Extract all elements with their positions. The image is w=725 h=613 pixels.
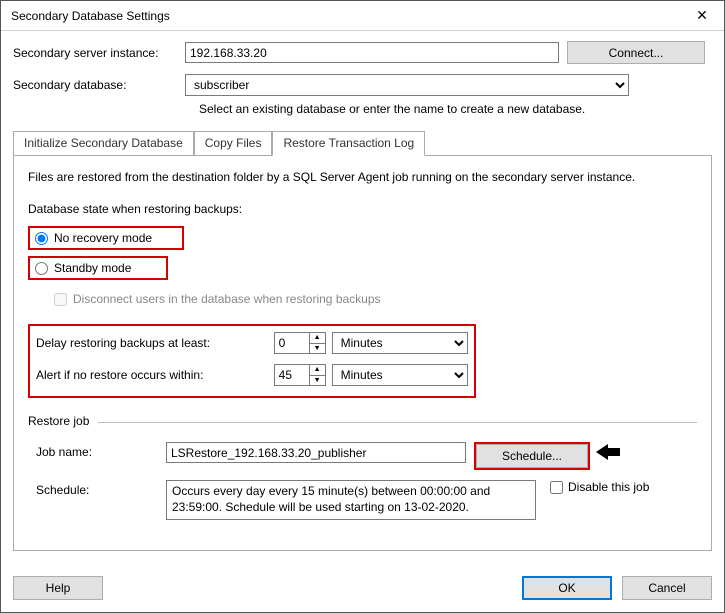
restore-job-legend: Restore job (28, 414, 93, 428)
restore-job-fieldset: Restore job (28, 414, 697, 428)
job-name-input[interactable] (166, 442, 466, 463)
ok-button[interactable]: OK (522, 576, 612, 600)
restore-intro-text: Files are restored from the destination … (28, 170, 697, 184)
spinner-down-icon[interactable]: ▼ (310, 344, 325, 354)
delay-restoring-label: Delay restoring backups at least: (36, 336, 274, 350)
server-instance-label: Secondary server instance: (13, 46, 185, 60)
spinner-up-icon[interactable]: ▲ (310, 333, 325, 344)
delay-restoring-unit-select[interactable]: Minutes (332, 332, 468, 354)
disable-job-checkbox[interactable] (550, 481, 563, 494)
window-title: Secondary Database Settings (11, 9, 682, 23)
tab-copy-files[interactable]: Copy Files (194, 131, 273, 156)
job-name-label: Job name: (36, 442, 166, 459)
no-recovery-mode-option[interactable]: No recovery mode (28, 226, 184, 250)
delay-restoring-value[interactable] (275, 333, 309, 353)
schedule-button[interactable]: Schedule... (476, 444, 588, 468)
tab-initialize[interactable]: Initialize Secondary Database (13, 131, 194, 156)
dialog-content: Secondary server instance: Connect... Se… (1, 31, 724, 559)
alert-no-restore-spinner[interactable]: ▲ ▼ (274, 364, 326, 386)
schedule-description: Occurs every day every 15 minute(s) betw… (166, 480, 536, 520)
alert-no-restore-label: Alert if no restore occurs within: (36, 368, 274, 382)
disable-job-option[interactable]: Disable this job (550, 480, 649, 494)
alert-no-restore-unit-select[interactable]: Minutes (332, 364, 468, 386)
secondary-database-helper: Select an existing database or enter the… (199, 102, 712, 116)
standby-mode-option[interactable]: Standby mode (28, 256, 168, 280)
disconnect-users-label: Disconnect users in the database when re… (73, 292, 381, 306)
no-recovery-mode-radio[interactable] (35, 232, 48, 245)
tab-panel-restore: Files are restored from the destination … (13, 156, 712, 551)
secondary-database-select[interactable]: subscriber (185, 74, 629, 96)
disconnect-users-option: Disconnect users in the database when re… (54, 292, 697, 306)
alert-no-restore-value[interactable] (275, 365, 309, 385)
no-recovery-mode-label: No recovery mode (54, 231, 152, 245)
spinner-up-icon[interactable]: ▲ (310, 365, 325, 376)
db-state-radio-group: No recovery mode Standby mode (28, 226, 697, 286)
help-button[interactable]: Help (13, 576, 103, 600)
delay-restoring-spinner[interactable]: ▲ ▼ (274, 332, 326, 354)
tab-restore-log[interactable]: Restore Transaction Log (272, 131, 425, 156)
standby-mode-radio[interactable] (35, 262, 48, 275)
secondary-database-label: Secondary database: (13, 78, 185, 92)
cancel-button[interactable]: Cancel (622, 576, 712, 600)
tab-strip: Initialize Secondary Database Copy Files… (13, 130, 712, 156)
db-state-label: Database state when restoring backups: (28, 202, 697, 216)
server-instance-input[interactable] (185, 42, 559, 63)
timing-settings: Delay restoring backups at least: ▲ ▼ Mi… (28, 324, 476, 398)
arrow-annotation-icon (594, 442, 622, 465)
title-bar: Secondary Database Settings ✕ (1, 1, 724, 31)
spinner-down-icon[interactable]: ▼ (310, 376, 325, 386)
restore-job-area: Job name: Schedule... Schedule: Occurs e… (28, 440, 697, 520)
standby-mode-label: Standby mode (54, 261, 131, 275)
schedule-label: Schedule: (36, 480, 166, 497)
connect-button[interactable]: Connect... (567, 41, 705, 64)
close-icon[interactable]: ✕ (682, 2, 722, 30)
dialog-footer: Help OK Cancel (1, 566, 724, 612)
disable-job-label: Disable this job (568, 480, 649, 494)
disconnect-users-checkbox (54, 293, 67, 306)
